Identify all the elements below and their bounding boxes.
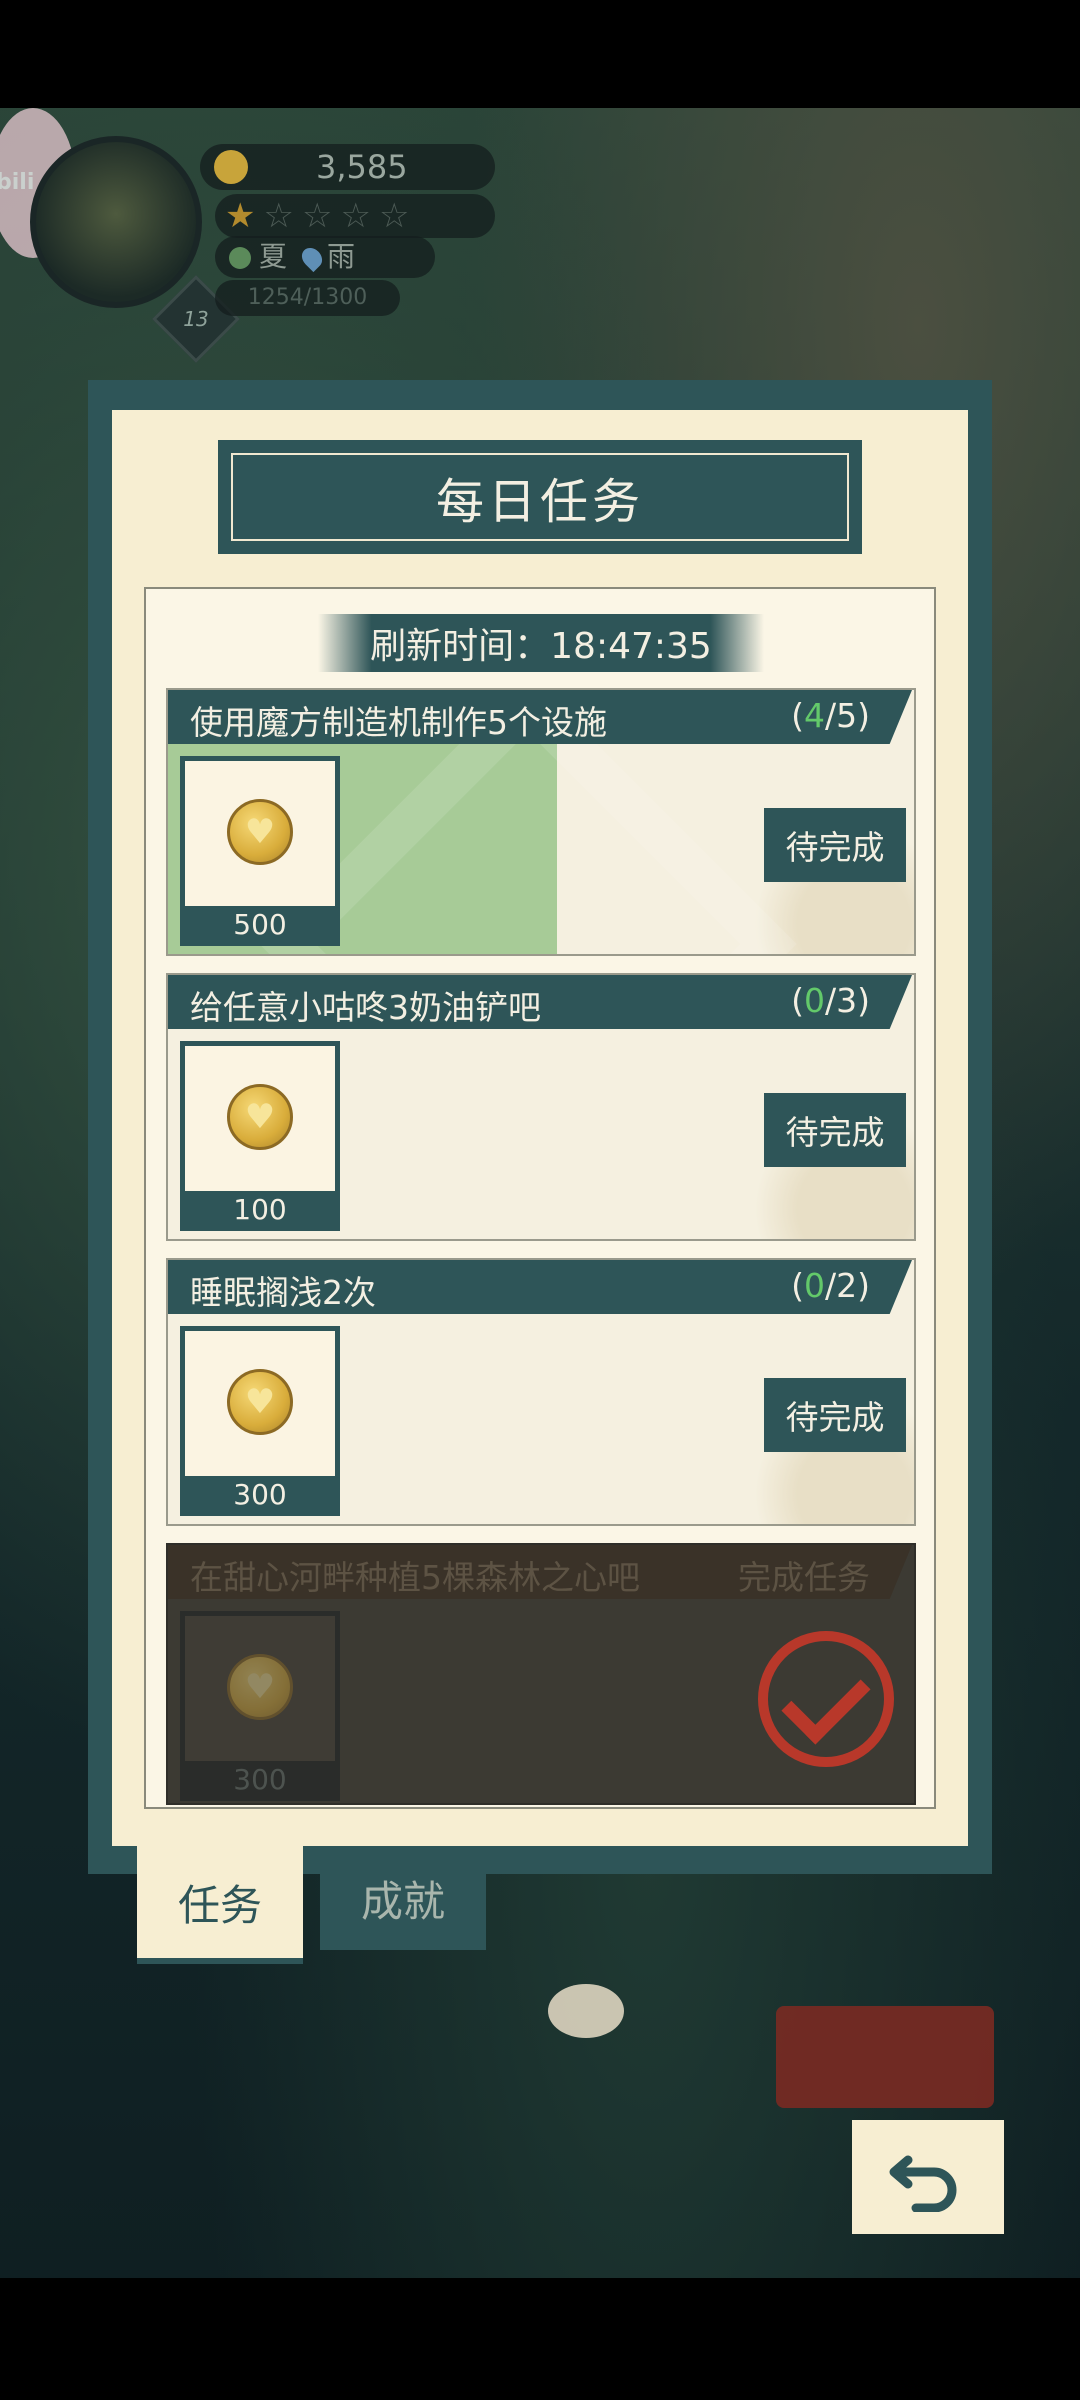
heart-coin-icon: ♥: [227, 1084, 293, 1150]
reward-card: ♥: [185, 761, 335, 906]
task-name: 在甜心河畔种植5棵森林之心吧: [190, 1558, 640, 1597]
star-icon: ☆: [301, 196, 341, 236]
star-icon: ☆: [378, 196, 418, 236]
reward-value: 500: [233, 908, 287, 941]
season-text: 夏: [259, 240, 288, 273]
star-icon: ☆: [340, 196, 379, 236]
player-avatar[interactable]: [30, 136, 202, 308]
reward-card: ♥: [185, 1616, 335, 1761]
count-current: 0: [804, 1266, 825, 1305]
task-card: 睡眠搁浅2次 (0/2) ♥ 300 待完成: [166, 1258, 916, 1526]
reward-value: 300: [233, 1763, 287, 1796]
season-weather: 夏雨: [215, 236, 435, 278]
star-icon: ★: [225, 196, 264, 236]
task-card: 使用魔方制造机制作5个设施 (4/5) ♥ 500 待完成: [166, 688, 916, 956]
raindrop-icon: [297, 243, 327, 273]
count-current: 0: [804, 981, 825, 1020]
task-count: (0/2): [791, 1266, 870, 1305]
coin-counter: 3,585: [200, 144, 495, 190]
tab-achievements[interactable]: 成就: [320, 1846, 486, 1950]
back-button[interactable]: [852, 2120, 1004, 2234]
count-current: 4: [804, 696, 825, 735]
weather-text: 雨: [327, 240, 356, 273]
reward-slot: ♥ 300: [180, 1611, 340, 1801]
refresh-timer: 刷新时间：18:47:35: [318, 614, 764, 672]
task-count: (4/5): [791, 696, 870, 735]
undo-arrow-icon: [889, 2155, 957, 2212]
task-complete-label: 完成任务: [738, 1558, 870, 1597]
xp-text: 1254/1300: [247, 285, 368, 310]
badge-text: bili: [0, 170, 35, 195]
task-card: 给任意小咕咚3奶油铲吧 (0/3) ♥ 100 待完成: [166, 973, 916, 1241]
coin-icon: [214, 150, 248, 184]
task-name: 睡眠搁浅2次: [190, 1273, 376, 1312]
reward-value: 300: [233, 1478, 287, 1511]
panel-title: 每日任务: [231, 453, 849, 541]
reward-card: ♥: [185, 1331, 335, 1476]
pending-button[interactable]: 待完成: [764, 1378, 906, 1452]
task-count: (0/3): [791, 981, 870, 1020]
xp-bar: 1254/1300: [215, 280, 400, 316]
reward-card: ♥: [185, 1046, 335, 1191]
count-total: /2): [825, 1266, 870, 1305]
heart-coin-icon: ♥: [227, 799, 293, 865]
task-name: 使用魔方制造机制作5个设施: [190, 703, 607, 742]
tab-tasks[interactable]: 任务: [137, 1846, 303, 1964]
reward-slot: ♥ 100: [180, 1041, 340, 1231]
pending-button[interactable]: 待完成: [764, 808, 906, 882]
coin-value: 3,585: [316, 148, 408, 186]
star-icon: ☆: [263, 196, 302, 236]
leaf-icon: [229, 247, 251, 269]
reward-value: 100: [233, 1193, 287, 1226]
count-open: (: [791, 981, 804, 1020]
count-open: (: [791, 696, 804, 735]
heart-coin-icon: ♥: [227, 1654, 293, 1720]
heart-coin-icon: ♥: [227, 1369, 293, 1435]
pending-button[interactable]: 待完成: [764, 1093, 906, 1167]
task-name: 给任意小咕咚3奶油铲吧: [190, 988, 541, 1027]
task-card-completed: 在甜心河畔种植5棵森林之心吧 完成任务 ♥ 300: [166, 1543, 916, 1805]
count-total: /3): [825, 981, 870, 1020]
system-nav-bar: [0, 2278, 1080, 2400]
food-plate: [548, 1984, 624, 2038]
reward-slot: ♥ 500: [180, 756, 340, 946]
reward-slot: ♥ 300: [180, 1326, 340, 1516]
count-open: (: [791, 1266, 804, 1305]
completed-check-stamp-icon: [758, 1631, 894, 1767]
count-total: /5): [825, 696, 870, 735]
red-box: [776, 2006, 994, 2108]
star-rating: ★☆☆☆☆: [215, 194, 495, 238]
